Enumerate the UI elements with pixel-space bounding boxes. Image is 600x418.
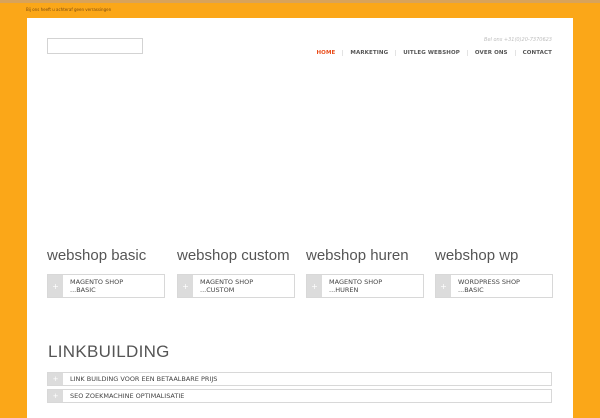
toggle-line: MAGENTO SHOP	[329, 278, 383, 286]
toggle-line: ...BASIC	[70, 286, 96, 294]
column-title: webshop custom	[177, 247, 290, 264]
toggle-line: ...BASIC	[458, 286, 484, 294]
plus-icon: +	[178, 275, 193, 297]
phone-number: Bel ons +31(0)20-7370623	[484, 37, 552, 43]
toggle-label: SEO ZOEKMACHINE OPTIMALISATIE	[70, 392, 185, 400]
nav-divider	[514, 50, 516, 56]
plus-icon: +	[48, 275, 63, 297]
nav-item-marketing[interactable]: MARKETING	[350, 50, 388, 56]
plus-icon: +	[436, 275, 451, 297]
toggle-label: MAGENTO SHOP ...BASIC	[63, 275, 123, 297]
top-bar	[0, 0, 600, 3]
toggle-line: ...CUSTOM	[200, 286, 235, 294]
toggle-line: ...HUREN	[329, 286, 359, 294]
toggle-label: MAGENTO SHOP ...HUREN	[322, 275, 382, 297]
toggle-label: LINK BUILDING VOOR EEN BETAALBARE PRIJS	[70, 375, 218, 383]
column-title: webshop basic	[47, 247, 147, 264]
nav-item-uitleg-webshop[interactable]: UITLEG WEBSHOP	[403, 50, 460, 56]
toggle-magento-huren[interactable]: + MAGENTO SHOP ...HUREN	[306, 274, 424, 298]
nav-divider	[342, 50, 344, 56]
toggle-label: MAGENTO SHOP ...CUSTOM	[193, 275, 253, 297]
toggle-link-building[interactable]: + LINK BUILDING VOOR EEN BETAALBARE PRIJ…	[47, 372, 552, 386]
nav-divider	[466, 50, 468, 56]
column-title: webshop wp	[435, 247, 519, 264]
toggle-line: MAGENTO SHOP	[70, 278, 124, 286]
column-title: webshop huren	[306, 247, 409, 264]
toggle-line: WORDPRESS SHOP	[458, 278, 520, 286]
nav-item-over-ons[interactable]: OVER ONS	[475, 50, 508, 56]
toggle-seo[interactable]: + SEO ZOEKMACHINE OPTIMALISATIE	[47, 389, 552, 403]
section-title: LINKBUILDING	[48, 342, 170, 361]
logo-placeholder[interactable]	[47, 38, 143, 54]
tagline: Bij ons heeft u achteraf geen verrassing…	[26, 7, 112, 12]
plus-icon: +	[48, 373, 63, 385]
plus-icon: +	[48, 390, 63, 402]
toggle-label: WORDPRESS SHOP ...BASIC	[451, 275, 520, 297]
nav-divider	[395, 50, 397, 56]
plus-icon: +	[307, 275, 322, 297]
nav-item-contact[interactable]: CONTACT	[523, 50, 552, 56]
toggle-magento-custom[interactable]: + MAGENTO SHOP ...CUSTOM	[177, 274, 295, 298]
toggle-magento-basic[interactable]: + MAGENTO SHOP ...BASIC	[47, 274, 165, 298]
main-nav: HOME MARKETING UITLEG WEBSHOP OVER ONS C…	[316, 48, 552, 58]
nav-item-home[interactable]: HOME	[316, 50, 335, 56]
toggle-line: MAGENTO SHOP	[200, 278, 254, 286]
toggle-wordpress-basic[interactable]: + WORDPRESS SHOP ...BASIC	[435, 274, 553, 298]
